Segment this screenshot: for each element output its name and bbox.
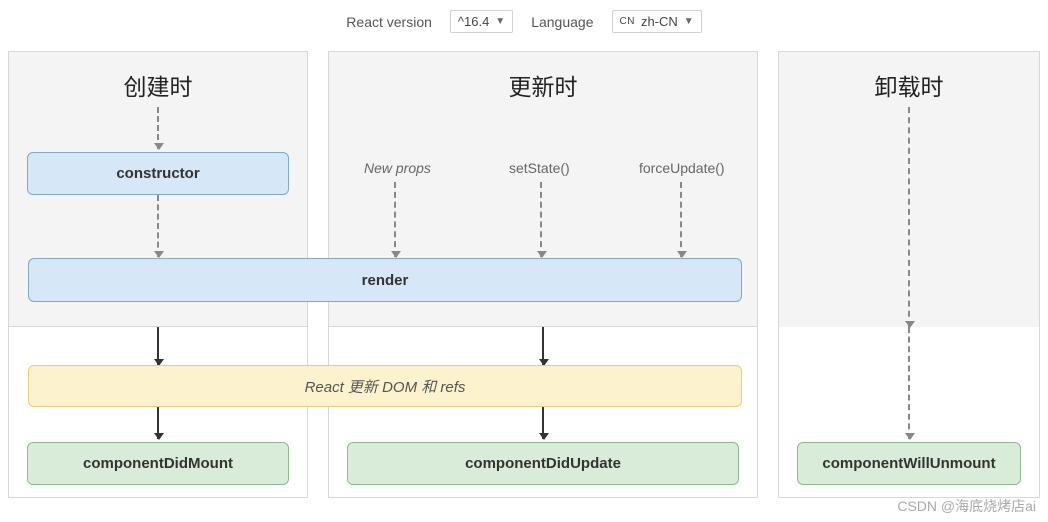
unmount-upper: 卸载时 xyxy=(779,52,1039,327)
arrow-solid-icon xyxy=(542,407,544,439)
language-label: Language xyxy=(531,14,593,30)
update-title: 更新时 xyxy=(329,52,757,102)
react-version-select[interactable]: ^16.4 ▼ xyxy=(450,10,513,33)
arrow-solid-icon xyxy=(157,407,159,439)
arrow-dashed-icon xyxy=(908,107,910,327)
arrow-dashed-icon xyxy=(540,182,542,257)
react-version-label: React version xyxy=(346,14,432,30)
language-prefix: CN xyxy=(620,16,635,27)
render-label: render xyxy=(362,272,409,289)
controls-bar: React version ^16.4 ▼ Language CN zh-CN … xyxy=(0,0,1048,51)
did-mount-box[interactable]: componentDidMount xyxy=(27,442,289,485)
commit-phase-box: React 更新 DOM 和 refs xyxy=(28,365,742,407)
arrow-dashed-icon xyxy=(680,182,682,257)
commit-phase-label: React 更新 DOM 和 refs xyxy=(305,376,466,397)
trigger-set-state: setState() xyxy=(509,160,570,176)
did-update-box[interactable]: componentDidUpdate xyxy=(347,442,739,485)
did-update-label: componentDidUpdate xyxy=(465,455,621,472)
react-version-value: ^16.4 xyxy=(458,14,489,29)
chevron-down-icon: ▼ xyxy=(684,16,694,27)
mount-title: 创建时 xyxy=(9,52,307,102)
language-select[interactable]: CN zh-CN ▼ xyxy=(612,10,702,33)
unmount-column: 卸载时 componentWillUnmount xyxy=(778,51,1040,498)
render-box[interactable]: render xyxy=(28,258,742,302)
chevron-down-icon: ▼ xyxy=(495,16,505,27)
did-mount-label: componentDidMount xyxy=(83,455,233,472)
watermark-text: CSDN @海底烧烤店ai xyxy=(897,496,1036,516)
constructor-box[interactable]: constructor xyxy=(27,152,289,195)
will-unmount-label: componentWillUnmount xyxy=(822,455,995,472)
arrow-dashed-icon xyxy=(908,327,910,439)
trigger-force-update: forceUpdate() xyxy=(639,160,725,176)
constructor-label: constructor xyxy=(116,165,199,182)
arrow-dashed-icon xyxy=(394,182,396,257)
arrow-dashed-icon xyxy=(157,107,159,149)
will-unmount-box[interactable]: componentWillUnmount xyxy=(797,442,1021,485)
trigger-new-props: New props xyxy=(364,160,431,176)
language-value: zh-CN xyxy=(641,14,678,29)
unmount-lower: componentWillUnmount xyxy=(779,327,1039,497)
arrow-solid-icon xyxy=(157,327,159,365)
unmount-title: 卸载时 xyxy=(779,52,1039,102)
update-lower: componentDidUpdate xyxy=(329,327,757,497)
arrow-dashed-icon xyxy=(157,195,159,257)
arrow-solid-icon xyxy=(542,327,544,365)
mount-lower: componentDidMount xyxy=(9,327,307,497)
